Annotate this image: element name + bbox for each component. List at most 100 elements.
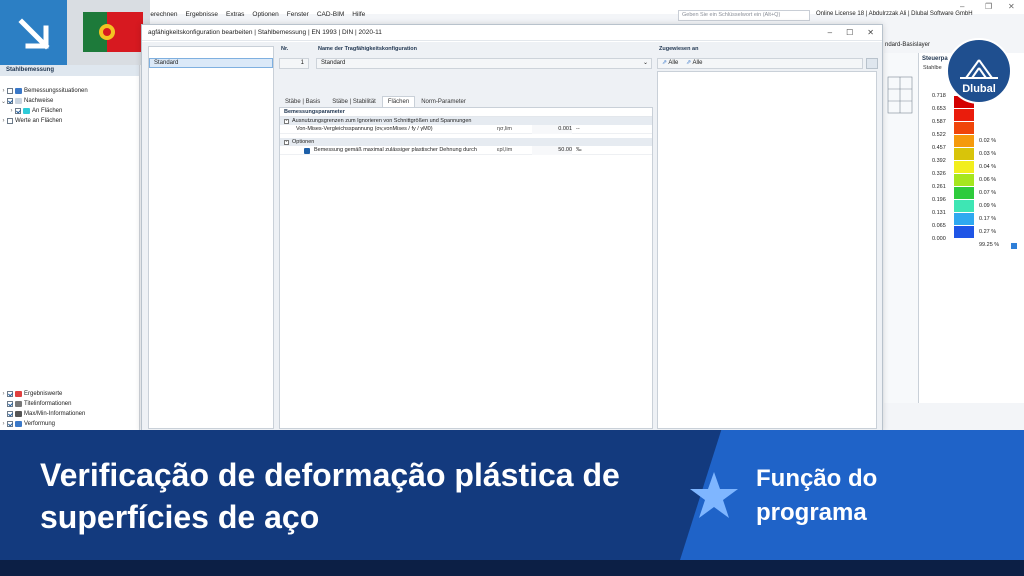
parameters-panel: Bemessungsparameter - Ausnutzungsgrenzen… (279, 107, 653, 429)
param-row-plastic-strain: Bemessung gemäß maximal zulässiger plast… (280, 146, 652, 155)
minimize-icon[interactable]: – (960, 2, 964, 11)
name-value: Standard (321, 60, 346, 66)
legend-percent: 0.03 % (979, 151, 997, 157)
result-values-icon (15, 391, 22, 397)
checkbox[interactable] (7, 411, 13, 417)
collapse-icon[interactable]: - (284, 118, 289, 124)
checkbox[interactable] (7, 88, 13, 94)
tab-staebe-stabilitaet[interactable]: Stäbe | Stabilität (326, 96, 382, 107)
legend-percent: 0.27 % (979, 229, 997, 235)
tree-item-bemessungssituationen[interactable]: › Bemessungssituationen (0, 86, 139, 96)
dialog-title-text: agfähigkeitskonfiguration bearbeiten | S… (148, 29, 382, 36)
restore-icon[interactable]: ❐ (985, 2, 992, 11)
section-utilization-limits[interactable]: - Ausnutzungsgrenzen zum Ignorieren von … (280, 117, 652, 125)
legend-value: 0.587 (932, 119, 946, 125)
plastic-strain-limit-input[interactable]: 50.00 (532, 146, 572, 155)
legend-swatch (954, 174, 974, 186)
checkbox[interactable] (7, 421, 13, 427)
checkbox[interactable] (15, 108, 21, 114)
chevron-down-icon[interactable]: ⌄ (643, 59, 648, 68)
max-min-icon (15, 411, 22, 417)
menu-item-cad-bim[interactable]: CAD-BIM (317, 9, 344, 21)
legend-percent: 0.02 % (979, 138, 997, 144)
tree-item-label: Bemessungssituationen (24, 88, 88, 94)
legend-value: 0.196 (932, 197, 946, 203)
license-info: Online License 18 | Abdulrzzak Ali | Dlu… (816, 11, 973, 17)
chevron-right-icon[interactable]: › (8, 108, 15, 114)
deformation-icon (15, 421, 22, 427)
legend-value: 0.065 (932, 223, 946, 229)
chevron-down-icon[interactable]: ⌄ (0, 98, 7, 105)
legend-swatch (954, 200, 974, 212)
tree-item-label: Titelinformationen (24, 401, 72, 407)
tab-norm-parameter[interactable]: Norm-Parameter (415, 96, 472, 107)
minimize-icon[interactable]: – (828, 25, 832, 41)
legend-percent: 99.25 % (979, 242, 1000, 248)
chevron-right-icon[interactable]: › (0, 391, 7, 397)
name-label: Name der Tragfähigkeitskonfiguration (318, 46, 418, 52)
menu-item-extras[interactable]: Extras (226, 9, 244, 21)
tree-item-werte-an-flaechen[interactable]: › Werte an Flächen (0, 116, 139, 126)
checkbox[interactable] (7, 98, 13, 104)
keyword-search-input[interactable]: Geben Sie ein Schlüsselwort ein (Alt+Q) (678, 10, 810, 21)
param-label: Von-Mises-Vergleichsspannung (σv,vonMise… (296, 126, 433, 132)
legend-percent: 0.06 % (979, 177, 997, 183)
legend-value: 0.522 (932, 132, 946, 138)
model-view[interactable] (884, 53, 918, 403)
tree-item-max-min-informationen[interactable]: Max/Min-Informationen (0, 409, 140, 419)
legend-value: 0.718 (932, 93, 946, 99)
tree-item-label: An Flächen (32, 108, 63, 114)
assigned-field[interactable]: ⇗ Alle ⇗ Alle (657, 58, 863, 69)
param-unit: ‰ (576, 147, 582, 153)
portugal-flag-icon (83, 12, 143, 52)
info-panel (657, 71, 877, 429)
tab-flaechen[interactable]: Flächen (381, 96, 416, 107)
collapse-icon[interactable]: - (284, 139, 289, 145)
legend-slider-handle[interactable] (1011, 243, 1017, 249)
section-options[interactable]: - Optionen (280, 138, 652, 146)
legend-swatch (954, 213, 974, 225)
legend-swatch (954, 161, 974, 173)
layer-selector[interactable]: ndard-Basislayer (885, 42, 930, 48)
tree-item-ergebniswerte[interactable]: › Ergebniswerte (0, 389, 140, 399)
tree-item-nachweise[interactable]: ⌄ Nachweise (0, 96, 139, 106)
control-panel: Steuerpa Stahlbe 0.718 0.653 0.587 0.522 0.0… (918, 53, 1024, 403)
logo-tile (0, 0, 150, 65)
chevron-right-icon[interactable]: › (0, 88, 7, 94)
legend-value: 0.457 (932, 145, 946, 151)
chevron-right-icon[interactable]: › (0, 421, 7, 427)
dialog-body: Standard Nr. 1 Name der Tragfähigkeitsko… (142, 42, 882, 432)
tree-item-verformung[interactable]: › Verformung (0, 419, 140, 429)
banner-headline: Verificação de deformação plástica de su… (40, 457, 620, 535)
checkbox[interactable] (7, 401, 13, 407)
checkbox[interactable] (7, 118, 13, 124)
edit-configuration-dialog: agfähigkeitskonfiguration bearbeiten | S… (141, 24, 883, 432)
von-mises-limit-input[interactable]: 0.001 (532, 125, 572, 134)
bottom-strip (0, 560, 1024, 576)
tree-item-titelinformationen[interactable]: Titelinformationen (0, 399, 140, 409)
menu-item-berechnen[interactable]: Berechnen (146, 9, 177, 21)
plastic-strain-checkbox[interactable] (304, 148, 310, 154)
legend-row: 0.000 99.25 % (919, 236, 1024, 252)
close-icon[interactable]: ✕ (1008, 2, 1015, 11)
maximize-icon[interactable]: ☐ (846, 25, 853, 41)
checkbox[interactable] (7, 391, 13, 397)
arrow-down-right-icon (18, 18, 50, 50)
menu-item-fenster[interactable]: Fenster (287, 9, 309, 21)
tab-staebe-basis[interactable]: Stäbe | Basis (279, 96, 326, 107)
menu-item-hilfe[interactable]: Hilfe (352, 9, 365, 21)
dialog-title: agfähigkeitskonfiguration bearbeiten | S… (142, 25, 882, 41)
select-objects-button[interactable] (866, 58, 878, 69)
banner-tagline: Função do programa (756, 465, 878, 526)
menu-item-optionen[interactable]: Optionen (252, 9, 278, 21)
chevron-right-icon[interactable]: › (0, 118, 7, 124)
section-title: Optionen (292, 139, 315, 145)
close-icon[interactable]: ✕ (867, 25, 874, 41)
menu-item-ergebnisse[interactable]: Ergebnisse (185, 9, 218, 21)
name-input[interactable]: Standard ⌄ (316, 58, 652, 69)
list-item-standard[interactable]: Standard (149, 58, 273, 68)
legend-swatch (954, 148, 974, 160)
folder-icon (15, 88, 22, 94)
tree-item-an-flaechen[interactable]: › An Flächen (0, 106, 139, 116)
param-unit: -- (576, 126, 580, 132)
